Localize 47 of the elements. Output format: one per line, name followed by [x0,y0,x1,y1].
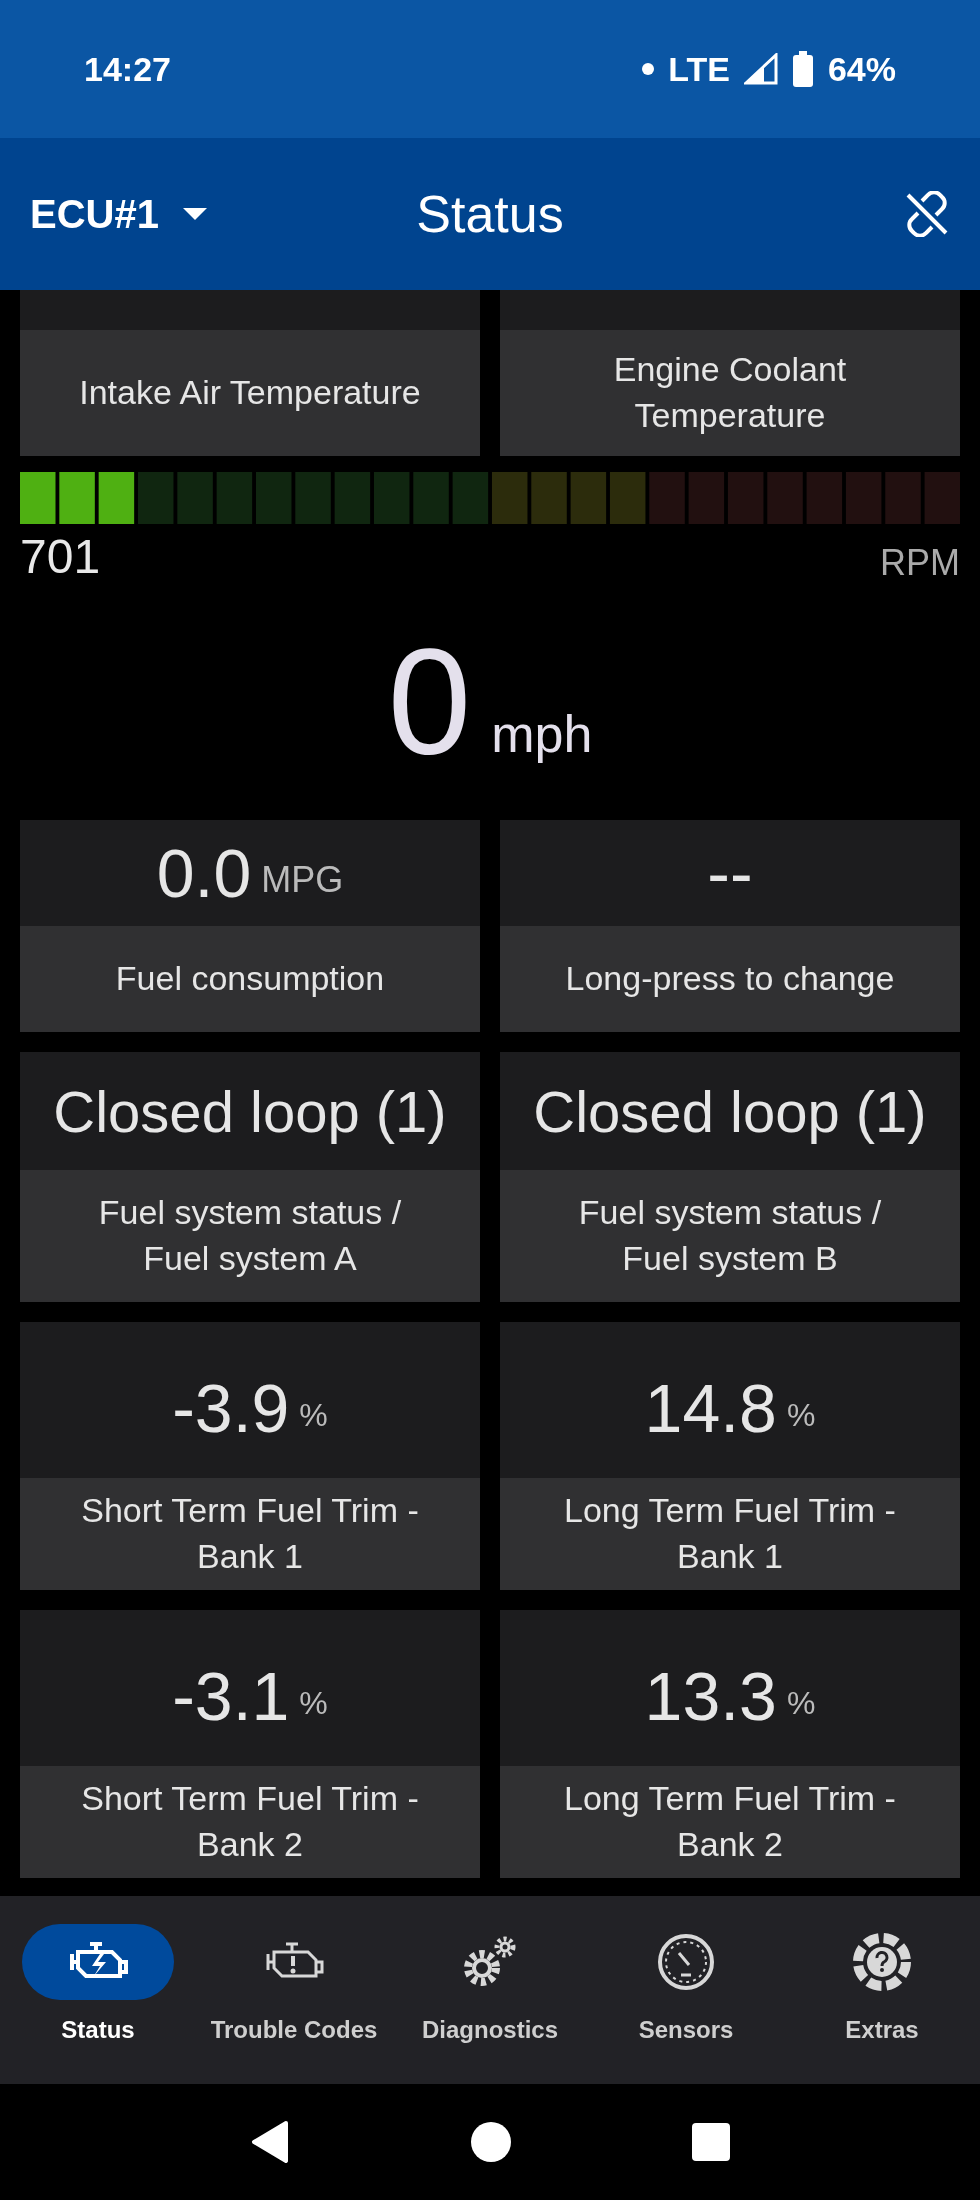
speed-value: 0 [387,616,472,788]
battery-icon [791,51,814,87]
gauge-unit: MPG [261,859,344,901]
gauge-label: Long-press to change [500,926,960,1032]
notification-dot-icon [642,63,655,75]
gauge-label: Long Term Fuel Trim - Bank 1 [500,1478,960,1590]
network-type: LTE [668,49,730,89]
gauge-label: Fuel consumption [20,926,480,1032]
back-icon[interactable] [250,2121,290,2163]
gauge-unit: % [786,1684,816,1722]
rpm-value: 701 [20,529,101,584]
nav-tab[interactable]: Status [0,1896,196,2084]
gauge-unit: % [299,1396,328,1434]
gauge-label: Fuel system status / Fuel system A [20,1170,480,1302]
ecu-dropdown[interactable]: ECU#1 [30,191,207,237]
nav-tab[interactable]: Trouble Codes [196,1896,392,2084]
gauge-value: Closed loop (1) [533,1077,927,1145]
gauge-unit: % [786,1396,816,1434]
speed-unit: mph [491,704,593,764]
caret-icon [182,208,207,220]
help-icon [853,1933,911,1991]
nav-tab[interactable]: Diagnostics [392,1896,588,2084]
clock: 14:27 [84,49,171,89]
nav-tab[interactable]: Extras [784,1896,980,2084]
gauge-value: -- [707,834,753,912]
battery-percentage: 64% [827,49,896,89]
gauge-label: Fuel system status / Fuel system B [500,1170,960,1302]
home-icon[interactable] [470,2121,512,2163]
gauge-icon [657,1933,715,1991]
rpm-unit: RPM [880,542,960,584]
gauge-value: 14.8 [644,1369,777,1447]
gauge-unit: % [299,1684,328,1722]
disconnect-button[interactable] [904,191,950,237]
nav-tab[interactable]: Sensors [588,1896,784,2084]
gauge-label: Intake Air Temperature [20,330,480,456]
gauge-label: Engine Coolant Temperature [500,330,960,456]
signal-icon [743,53,778,85]
gauge-label: Short Term Fuel Trim - Bank 2 [20,1766,480,1878]
link-off-icon [904,191,950,237]
gauge-value: -3.9 [172,1369,290,1447]
gauge-label: Short Term Fuel Trim - Bank 1 [20,1478,480,1590]
gauge-label: Long Term Fuel Trim - Bank 2 [500,1766,960,1878]
gauge-value: 0.0 [156,834,252,912]
screen-title: Status [416,184,564,244]
gauge-value: 13.3 [644,1657,777,1735]
gauge-value: Closed loop (1) [53,1077,447,1145]
gauge-value: -3.1 [172,1657,290,1735]
